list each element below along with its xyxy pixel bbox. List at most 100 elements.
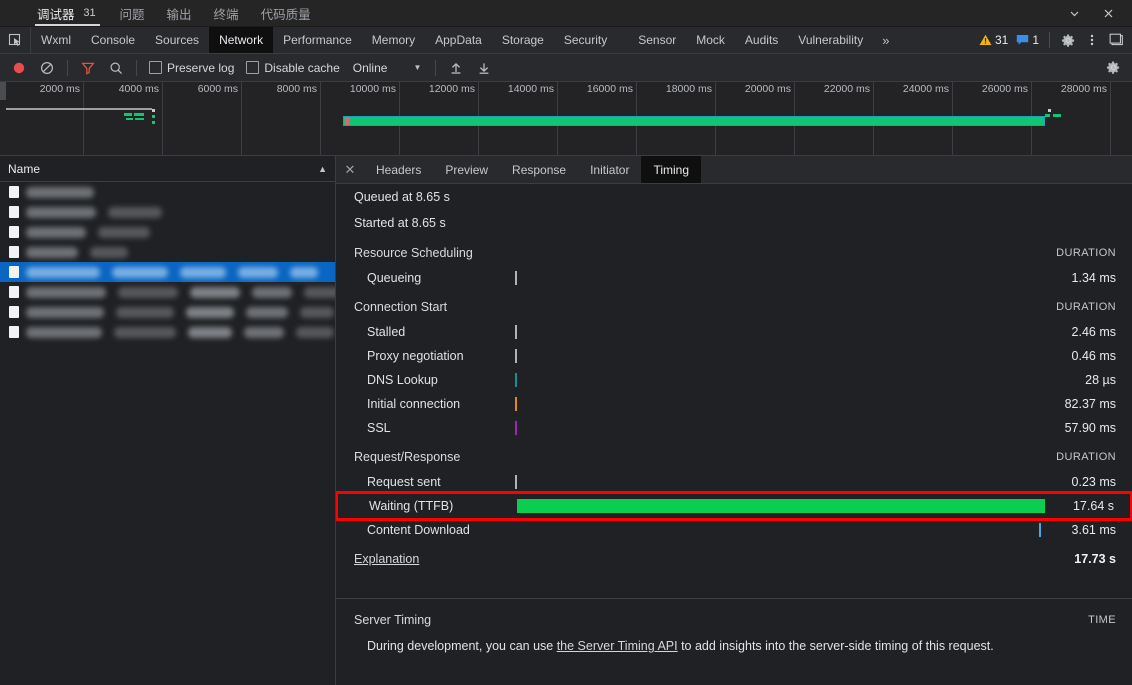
request-name-redacted — [26, 306, 104, 318]
timing-row-label: Initial connection — [367, 397, 461, 411]
tab-audits[interactable]: Audits — [735, 27, 788, 53]
requests-list[interactable] — [0, 182, 335, 685]
duration-column-header: DURATION — [1056, 451, 1116, 463]
request-list-item[interactable] — [0, 222, 335, 242]
record-button[interactable] — [6, 56, 32, 80]
overview-tick: 2000 ms — [40, 82, 84, 155]
tab-performance[interactable]: Performance — [273, 27, 362, 53]
detail-tab-bar: ✕ Headers Preview Response Initiator Tim… — [336, 156, 1132, 184]
timing-row-duration: 28 µs — [1085, 373, 1116, 387]
tab-timing[interactable]: Timing — [641, 156, 702, 183]
tab-label: Timing — [653, 162, 690, 177]
overview-small-request-bar — [126, 118, 133, 120]
server-timing-title: Server Timing — [354, 613, 432, 627]
tab-sensor[interactable]: Sensor — [617, 27, 686, 53]
filter-button[interactable] — [75, 56, 101, 80]
tab-console[interactable]: Console — [81, 27, 145, 53]
overview-small-request-bar — [124, 113, 132, 116]
preserve-log-checkbox[interactable]: Preserve log — [144, 61, 239, 75]
overview-baseline — [6, 108, 152, 110]
dock-position-icon[interactable] — [1104, 28, 1128, 52]
timing-bar-track — [515, 397, 1030, 411]
tab-memory[interactable]: Memory — [362, 27, 425, 53]
timing-bar-track — [515, 523, 1041, 537]
divider — [1049, 32, 1050, 48]
window-controls — [1058, 0, 1132, 26]
request-list-item[interactable] — [0, 202, 335, 222]
request-list-item[interactable] — [0, 322, 335, 342]
import-har-button[interactable] — [443, 56, 469, 80]
warning-icon — [979, 34, 992, 45]
throttle-select[interactable]: Online ▼ — [347, 61, 422, 75]
ide-tab-problems[interactable]: 问题 — [109, 0, 156, 26]
more-tabs-icon[interactable]: » — [873, 27, 898, 53]
tab-label: Audits — [744, 33, 779, 47]
tab-preview[interactable]: Preview — [433, 156, 500, 183]
inspect-element-icon[interactable] — [0, 27, 31, 53]
timing-row[interactable]: Queueing 1.34 ms — [336, 266, 1132, 290]
tab-response[interactable]: Response — [500, 156, 578, 183]
request-list-item[interactable] — [0, 182, 335, 202]
clear-button[interactable] — [34, 56, 60, 80]
tab-label: Mock — [696, 33, 725, 47]
explanation-row: Explanation 17.73 s — [336, 542, 1132, 572]
column-header-name: Name — [8, 161, 41, 176]
tab-headers[interactable]: Headers — [364, 156, 433, 183]
ide-tab-terminal[interactable]: 终端 — [203, 0, 250, 26]
disable-cache-checkbox[interactable]: Disable cache — [241, 61, 344, 75]
timing-row-highlighted[interactable]: Waiting (TTFB) 17.64 s — [336, 491, 1132, 521]
chevron-down-icon[interactable] — [1058, 1, 1090, 25]
warning-counter[interactable]: 31 — [975, 33, 1012, 47]
timing-row-label: Queueing — [367, 271, 422, 285]
overview-left-handle[interactable] — [0, 82, 6, 100]
tab-network[interactable]: Network — [209, 27, 274, 53]
timing-row[interactable]: SSL 57.90 ms — [336, 416, 1132, 440]
more-options-icon[interactable] — [1080, 28, 1104, 52]
request-name-redacted — [188, 326, 232, 338]
search-button[interactable] — [103, 56, 129, 80]
gear-icon[interactable] — [1056, 28, 1080, 52]
request-list-item[interactable] — [0, 302, 335, 322]
ide-tab-output[interactable]: 输出 — [156, 0, 203, 26]
request-list-item[interactable] — [0, 282, 335, 302]
timing-row[interactable]: Proxy negotiation 0.46 ms — [336, 344, 1132, 368]
timing-bar-segment — [515, 475, 517, 489]
network-overview[interactable]: 2000 ms 4000 ms 6000 ms 8000 ms 10000 ms 1200… — [0, 82, 1132, 156]
timing-row[interactable]: Initial connection 82.37 ms — [336, 392, 1132, 416]
tab-mock[interactable]: Mock — [686, 27, 735, 53]
request-list-item[interactable] — [0, 262, 335, 282]
tab-appdata[interactable]: AppData — [425, 27, 492, 53]
warning-count: 31 — [994, 33, 1009, 47]
request-name-redacted — [90, 246, 128, 258]
timing-bar-track — [515, 475, 1030, 489]
timing-bar-segment — [517, 499, 1045, 513]
overview-tick-label: 18000 ms — [665, 83, 712, 95]
ide-tab-label: 代码质量 — [260, 7, 311, 22]
network-settings-gear-icon[interactable] — [1100, 56, 1126, 80]
tab-initiator[interactable]: Initiator — [578, 156, 641, 183]
close-icon[interactable] — [1092, 1, 1124, 25]
export-har-button[interactable] — [471, 56, 497, 80]
timing-row[interactable]: DNS Lookup 28 µs — [336, 368, 1132, 392]
message-counter[interactable]: 1 — [1012, 33, 1043, 47]
timing-row[interactable]: Request sent 0.23 ms — [336, 470, 1132, 494]
close-detail-icon[interactable]: ✕ — [336, 156, 364, 183]
server-timing-api-link[interactable]: the Server Timing API — [557, 639, 678, 653]
ide-tab-debugger[interactable]: 调试器 31 — [26, 0, 109, 26]
tab-sources[interactable]: Sources — [145, 27, 209, 53]
timing-row[interactable]: Stalled 2.46 ms — [336, 320, 1132, 344]
tab-security[interactable]: Security — [554, 27, 617, 53]
request-list-item[interactable] — [0, 242, 335, 262]
requests-column-header[interactable]: Name ▲ — [0, 156, 335, 182]
tab-label: AppData — [435, 33, 482, 47]
timing-row[interactable]: Content Download 3.61 ms — [336, 518, 1132, 542]
ide-tab-code-quality[interactable]: 代码质量 — [250, 0, 322, 26]
explanation-link[interactable]: Explanation — [354, 552, 419, 566]
tab-storage[interactable]: Storage — [492, 27, 554, 53]
tab-vulnerability[interactable]: Vulnerability — [788, 27, 873, 53]
throttle-value: Online — [352, 60, 388, 75]
overview-tick: 8000 ms — [277, 82, 321, 155]
timing-bar-track — [515, 325, 1030, 339]
tab-wxml[interactable]: Wxml — [31, 27, 81, 53]
request-name-redacted — [26, 186, 94, 198]
